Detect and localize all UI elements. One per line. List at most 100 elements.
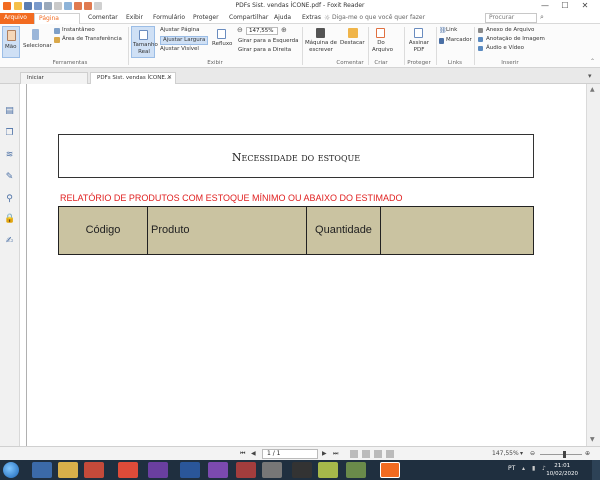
audio-video-button[interactable]: Áudio e Vídeo	[486, 45, 524, 52]
group-create-label: Criar	[374, 60, 388, 66]
link-button[interactable]: Link	[446, 27, 457, 34]
bookmarks-panel-icon[interactable]: ▤	[4, 106, 15, 117]
highlight-button[interactable]: Destacar	[340, 26, 366, 58]
close-button[interactable]: ✕	[578, 1, 592, 11]
zoom-slider-thumb[interactable]	[563, 451, 566, 458]
notepad-icon[interactable]	[318, 462, 338, 478]
cursor-icon	[32, 29, 39, 40]
sign-pdf-button[interactable]: Assinar PDF	[406, 26, 432, 58]
maximize-button[interactable]: ☐	[558, 1, 572, 11]
document-tabs: Iniciar PDFs Sist. vendas ÍCONE... ✕ ▾	[0, 68, 600, 84]
visual-studio-2-icon[interactable]	[208, 462, 228, 478]
search-icon[interactable]: ⌕	[540, 13, 544, 22]
bookmark-button[interactable]: Marcador	[446, 37, 472, 44]
ie-icon[interactable]	[32, 462, 52, 478]
create-pdf-icon	[376, 28, 385, 38]
minimize-button[interactable]: —	[538, 1, 552, 11]
explorer-icon[interactable]	[58, 462, 78, 478]
media-player-icon[interactable]	[84, 462, 104, 478]
last-page-icon[interactable]: ⏭	[333, 449, 338, 459]
tab-start[interactable]: Iniciar	[20, 72, 88, 84]
fit-page-button[interactable]: Ajustar Página	[160, 27, 200, 34]
zoom-dropdown-icon[interactable]: ▾	[520, 449, 523, 459]
tray-arrow-icon[interactable]: ▴	[522, 465, 525, 472]
taskbar: PT ▴ ▮ ♪ 21:01 10/02/2020	[0, 460, 600, 480]
clipboard-button[interactable]: Área de Transferência	[62, 36, 122, 43]
access-icon[interactable]	[236, 462, 256, 478]
zoom-field[interactable]: 147,55%	[246, 27, 278, 35]
tab-share[interactable]: Compartilhar	[225, 13, 272, 24]
vertical-scrollbar[interactable]: ▲ ▼	[586, 84, 600, 446]
tab-view[interactable]: Exibir	[122, 13, 147, 24]
fit-visible-button[interactable]: Ajustar Visível	[160, 46, 199, 53]
zoom-slider[interactable]	[540, 454, 582, 455]
calculator-icon[interactable]	[262, 462, 282, 478]
page-number-field[interactable]: 1 / 1	[262, 449, 318, 459]
facing-icon[interactable]	[374, 450, 382, 458]
menu-bar: Arquivo Página Inicial Comentar Exibir F…	[0, 12, 600, 32]
first-page-icon[interactable]: ⏮	[240, 449, 245, 459]
fit-width-button[interactable]: Ajustar Largura	[160, 36, 209, 45]
start-button[interactable]	[3, 462, 19, 478]
close-tab-icon[interactable]: ✕	[167, 73, 172, 83]
tab-file[interactable]: Arquivo	[0, 13, 34, 24]
group-insert-label: Inserir	[501, 60, 519, 66]
zoom-in-button[interactable]: ⊕	[585, 449, 590, 459]
typewriter-button[interactable]: Máquina de escrever	[304, 26, 338, 58]
layers-panel-icon[interactable]: ≋	[4, 150, 15, 161]
volume-icon[interactable]: ♪	[542, 465, 546, 472]
actual-size-button[interactable]: Tamanho Real	[131, 26, 158, 58]
tab-home[interactable]: Página Inicial	[34, 13, 80, 32]
tab-protect[interactable]: Proteger	[189, 13, 223, 24]
app-icon[interactable]	[292, 462, 312, 478]
security-panel-icon[interactable]: 🔒	[4, 214, 15, 225]
tab-extras[interactable]: Extras	[298, 13, 325, 24]
tell-me-box[interactable]: Diga-me o que você quer fazer	[332, 13, 425, 23]
signatures-panel-icon[interactable]: ✍	[4, 236, 15, 247]
continuous-icon[interactable]	[362, 450, 370, 458]
tab-menu-icon[interactable]: ▾	[588, 72, 592, 80]
paint-icon[interactable]	[346, 462, 366, 478]
file-attachment-button[interactable]: Anexo de Arquivo	[486, 27, 534, 34]
scroll-down-icon[interactable]: ▼	[590, 436, 595, 443]
reflow-button[interactable]: Refluxo	[210, 26, 234, 58]
previous-page-icon[interactable]: ◀	[251, 449, 256, 459]
foxit-reader-icon[interactable]	[380, 462, 400, 478]
visual-studio-icon[interactable]	[148, 462, 168, 478]
search-input[interactable]: Procurar	[485, 13, 537, 23]
hand-icon	[7, 30, 16, 41]
snapshot-button[interactable]: Instantâneo	[62, 27, 95, 34]
show-desktop-button[interactable]	[592, 460, 600, 480]
rotate-right-button[interactable]: Girar para a Direita	[238, 47, 291, 54]
select-button[interactable]: Selecionar	[22, 26, 52, 58]
typewriter-label: Máquina de escrever	[304, 40, 338, 53]
from-file-button[interactable]: Do Arquivo	[370, 26, 393, 58]
next-page-icon[interactable]: ▶	[322, 449, 327, 459]
word-icon[interactable]	[180, 462, 200, 478]
single-page-icon[interactable]	[350, 450, 358, 458]
zoom-level[interactable]: 147,55%	[492, 449, 519, 459]
pages-panel-icon[interactable]: ❐	[4, 128, 15, 139]
continuous-facing-icon[interactable]	[386, 450, 394, 458]
tab-form[interactable]: Formulário	[149, 13, 189, 24]
tab-document[interactable]: PDFs Sist. vendas ÍCONE... ✕	[90, 72, 176, 84]
zoom-in-icon[interactable]: ⊕	[281, 26, 287, 34]
attachment-icon	[478, 28, 483, 33]
tab-comment[interactable]: Comentar	[84, 13, 122, 24]
scroll-up-icon[interactable]: ▲	[590, 86, 595, 93]
network-icon[interactable]: ▮	[532, 465, 535, 472]
attachments-panel-icon[interactable]: ⚲	[4, 194, 15, 205]
language-indicator[interactable]: PT	[508, 465, 515, 472]
hand-button[interactable]: Mão	[2, 26, 20, 58]
clock[interactable]: 21:01 10/02/2020	[546, 462, 578, 478]
chrome-icon[interactable]	[118, 462, 138, 478]
product-table: Código Produto Quantidade	[58, 206, 534, 255]
image-annotation-button[interactable]: Anotação de Imagem	[486, 36, 545, 43]
zoom-out-button[interactable]: ⊖	[530, 449, 535, 459]
zoom-out-icon[interactable]: ⊖	[237, 26, 243, 34]
collapse-ribbon-icon[interactable]: ⌃	[590, 58, 595, 65]
rotate-left-button[interactable]: Girar para a Esquerda	[238, 38, 299, 45]
lightbulb-icon: ☼	[324, 14, 331, 22]
comments-panel-icon[interactable]: ✎	[4, 172, 15, 183]
tab-help[interactable]: Ajuda	[270, 13, 295, 24]
